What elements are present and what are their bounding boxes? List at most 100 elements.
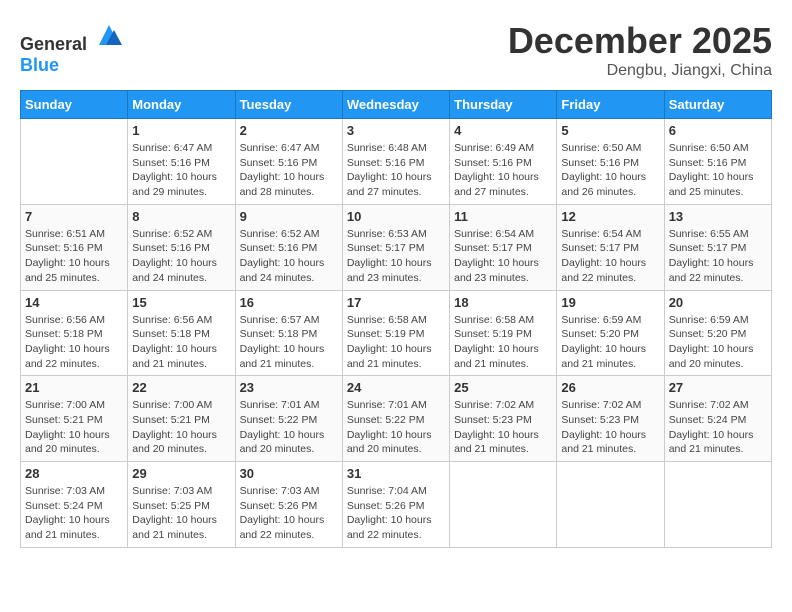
day-info: Sunrise: 6:52 AMSunset: 5:16 PMDaylight:… [240,227,338,286]
day-info: Sunrise: 6:54 AMSunset: 5:17 PMDaylight:… [454,227,552,286]
calendar-cell: 17Sunrise: 6:58 AMSunset: 5:19 PMDayligh… [342,290,449,376]
logo: General Blue [20,20,124,76]
day-info: Sunrise: 6:50 AMSunset: 5:16 PMDaylight:… [561,141,659,200]
day-number: 7 [25,209,123,224]
calendar-cell: 30 Sunrise: 7:03 AMSunset: 5:26 PMDayligh… [235,462,342,548]
day-number: 22 [132,380,230,395]
weekday-header-friday: Friday [557,91,664,119]
weekday-header-saturday: Saturday [664,91,771,119]
calendar-cell: 19 Sunrise: 6:59 AMSunset: 5:20 PMDayligh… [557,290,664,376]
day-info: Sunrise: 7:03 AMSunset: 5:24 PMDaylight:… [25,484,123,543]
weekday-header-monday: Monday [128,91,235,119]
week-row-4: 21 Sunrise: 7:00 AMSunset: 5:21 PMDayligh… [21,376,772,462]
day-info: Sunrise: 6:58 AMSunset: 5:19 PMDaylight:… [347,313,445,372]
day-number: 16 [240,295,338,310]
calendar-cell: 10Sunrise: 6:53 AMSunset: 5:17 PMDayligh… [342,204,449,290]
weekday-header-thursday: Thursday [450,91,557,119]
day-number: 9 [240,209,338,224]
day-info: Sunrise: 6:55 AMSunset: 5:17 PMDaylight:… [669,227,767,286]
day-info: Sunrise: 6:52 AMSunset: 5:16 PMDaylight:… [132,227,230,286]
day-number: 24 [347,380,445,395]
day-number: 15 [132,295,230,310]
calendar-cell: 29 Sunrise: 7:03 AMSunset: 5:25 PMDayligh… [128,462,235,548]
calendar-cell: 15 Sunrise: 6:56 AMSunset: 5:18 PMDayligh… [128,290,235,376]
day-info: Sunrise: 6:50 AMSunset: 5:16 PMDaylight:… [669,141,767,200]
day-info: Sunrise: 6:51 AMSunset: 5:16 PMDaylight:… [25,227,123,286]
day-info: Sunrise: 6:47 AMSunset: 5:16 PMDaylight:… [132,141,230,200]
day-number: 30 [240,466,338,481]
day-number: 1 [132,123,230,138]
day-number: 31 [347,466,445,481]
day-number: 2 [240,123,338,138]
day-info: Sunrise: 6:48 AMSunset: 5:16 PMDaylight:… [347,141,445,200]
day-number: 28 [25,466,123,481]
calendar-cell: 24 Sunrise: 7:01 AMSunset: 5:22 PMDayligh… [342,376,449,462]
day-number: 13 [669,209,767,224]
day-info: Sunrise: 6:58 AMSunset: 5:19 PMDaylight:… [454,313,552,372]
day-info: Sunrise: 7:02 AMSunset: 5:23 PMDaylight:… [561,398,659,457]
day-number: 14 [25,295,123,310]
calendar-cell: 25 Sunrise: 7:02 AMSunset: 5:23 PMDayligh… [450,376,557,462]
calendar-cell [21,119,128,205]
day-number: 11 [454,209,552,224]
calendar-cell: 20 Sunrise: 6:59 AMSunset: 5:20 PMDayligh… [664,290,771,376]
day-info: Sunrise: 6:59 AMSunset: 5:20 PMDaylight:… [561,313,659,372]
logo-general-text: General [20,34,87,54]
day-number: 3 [347,123,445,138]
logo-icon [94,20,124,50]
day-info: Sunrise: 7:02 AMSunset: 5:24 PMDaylight:… [669,398,767,457]
calendar-cell: 27 Sunrise: 7:02 AMSunset: 5:24 PMDayligh… [664,376,771,462]
week-row-1: 1 Sunrise: 6:47 AMSunset: 5:16 PMDaylight… [21,119,772,205]
calendar-cell: 5 Sunrise: 6:50 AMSunset: 5:16 PMDaylight… [557,119,664,205]
month-title: December 2025 [508,20,772,62]
calendar-cell: 21 Sunrise: 7:00 AMSunset: 5:21 PMDayligh… [21,376,128,462]
weekday-header-wednesday: Wednesday [342,91,449,119]
calendar-cell: 4Sunrise: 6:49 AMSunset: 5:16 PMDaylight… [450,119,557,205]
day-info: Sunrise: 6:54 AMSunset: 5:17 PMDaylight:… [561,227,659,286]
day-number: 29 [132,466,230,481]
day-number: 25 [454,380,552,395]
calendar-cell: 18 Sunrise: 6:58 AMSunset: 5:19 PMDayligh… [450,290,557,376]
day-info: Sunrise: 7:03 AMSunset: 5:26 PMDaylight:… [240,484,338,543]
page-header: General Blue December 2025 Dengbu, Jiang… [20,20,772,80]
weekday-header-sunday: Sunday [21,91,128,119]
weekday-header-tuesday: Tuesday [235,91,342,119]
calendar-cell: 23Sunrise: 7:01 AMSunset: 5:22 PMDayligh… [235,376,342,462]
day-number: 10 [347,209,445,224]
day-number: 26 [561,380,659,395]
calendar-cell: 31Sunrise: 7:04 AMSunset: 5:26 PMDayligh… [342,462,449,548]
calendar-cell: 13 Sunrise: 6:55 AMSunset: 5:17 PMDayligh… [664,204,771,290]
day-info: Sunrise: 7:03 AMSunset: 5:25 PMDaylight:… [132,484,230,543]
calendar-cell: 7 Sunrise: 6:51 AMSunset: 5:16 PMDaylight… [21,204,128,290]
calendar-cell: 1 Sunrise: 6:47 AMSunset: 5:16 PMDaylight… [128,119,235,205]
calendar-cell: 16Sunrise: 6:57 AMSunset: 5:18 PMDayligh… [235,290,342,376]
calendar-cell: 9 Sunrise: 6:52 AMSunset: 5:16 PMDaylight… [235,204,342,290]
day-info: Sunrise: 7:01 AMSunset: 5:22 PMDaylight:… [347,398,445,457]
day-number: 21 [25,380,123,395]
calendar-cell: 8 Sunrise: 6:52 AMSunset: 5:16 PMDaylight… [128,204,235,290]
calendar-table: SundayMondayTuesdayWednesdayThursdayFrid… [20,90,772,548]
day-number: 27 [669,380,767,395]
calendar-cell: 28 Sunrise: 7:03 AMSunset: 5:24 PMDayligh… [21,462,128,548]
day-number: 8 [132,209,230,224]
calendar-cell: 22Sunrise: 7:00 AMSunset: 5:21 PMDayligh… [128,376,235,462]
day-info: Sunrise: 6:47 AMSunset: 5:16 PMDaylight:… [240,141,338,200]
day-number: 20 [669,295,767,310]
day-info: Sunrise: 7:00 AMSunset: 5:21 PMDaylight:… [25,398,123,457]
location-text: Dengbu, Jiangxi, China [508,62,772,80]
day-number: 18 [454,295,552,310]
title-block: December 2025 Dengbu, Jiangxi, China [508,20,772,80]
calendar-cell: 12Sunrise: 6:54 AMSunset: 5:17 PMDayligh… [557,204,664,290]
week-row-2: 7 Sunrise: 6:51 AMSunset: 5:16 PMDaylight… [21,204,772,290]
calendar-cell: 2 Sunrise: 6:47 AMSunset: 5:16 PMDaylight… [235,119,342,205]
day-number: 5 [561,123,659,138]
day-info: Sunrise: 6:56 AMSunset: 5:18 PMDaylight:… [132,313,230,372]
day-info: Sunrise: 6:59 AMSunset: 5:20 PMDaylight:… [669,313,767,372]
day-number: 4 [454,123,552,138]
day-info: Sunrise: 7:01 AMSunset: 5:22 PMDaylight:… [240,398,338,457]
day-number: 19 [561,295,659,310]
calendar-cell [557,462,664,548]
calendar-cell: 26 Sunrise: 7:02 AMSunset: 5:23 PMDayligh… [557,376,664,462]
calendar-cell: 14Sunrise: 6:56 AMSunset: 5:18 PMDayligh… [21,290,128,376]
day-info: Sunrise: 7:02 AMSunset: 5:23 PMDaylight:… [454,398,552,457]
